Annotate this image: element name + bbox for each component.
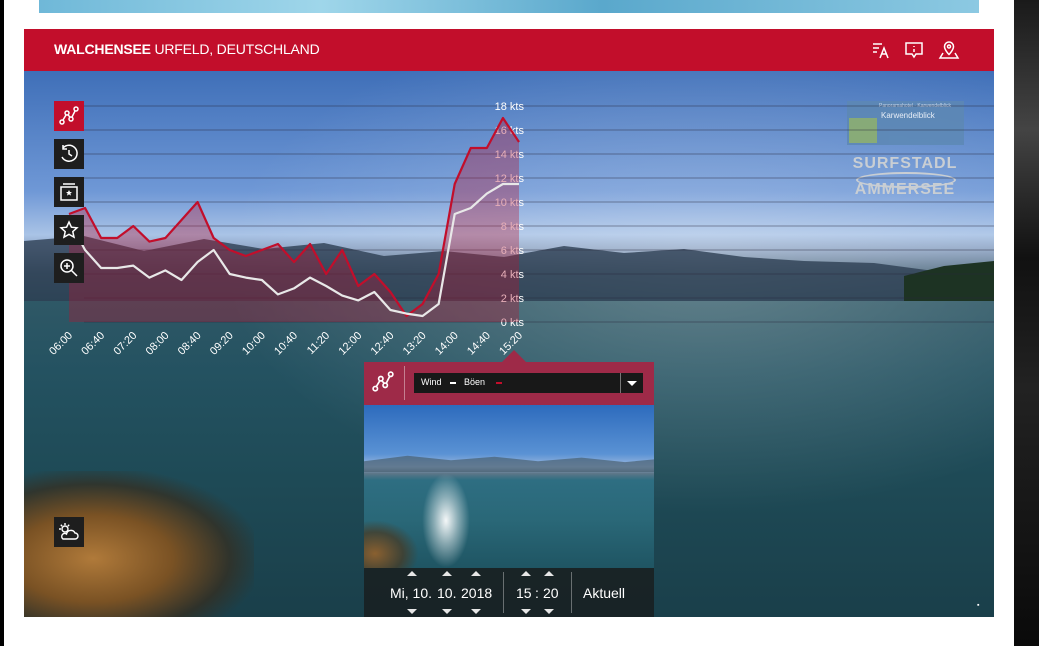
chart-toggle-button[interactable] bbox=[54, 101, 84, 131]
chart-x-tick-label: 12:00 bbox=[336, 330, 364, 358]
thumbnail-tree bbox=[364, 520, 419, 568]
panel-chart-button[interactable] bbox=[372, 371, 394, 398]
location-title-bold: WALCHENSEE bbox=[54, 41, 151, 57]
page-right-photo-strip bbox=[1014, 0, 1039, 646]
panel-pointer bbox=[502, 350, 526, 362]
thumbnail-hills bbox=[364, 455, 654, 472]
panel-divider bbox=[404, 366, 405, 400]
map-location-icon[interactable] bbox=[938, 40, 960, 60]
chart-x-tick-label: 06:00 bbox=[47, 330, 75, 358]
chart-x-tick-label: 10:40 bbox=[272, 330, 300, 358]
chart-x-tick-label: 07:20 bbox=[111, 330, 139, 358]
chart-x-tick-label: 08:00 bbox=[144, 330, 172, 358]
month-down-button[interactable] bbox=[442, 609, 452, 614]
year-up-button[interactable] bbox=[471, 571, 481, 576]
time-hour: 15 bbox=[516, 585, 532, 601]
series-gusts-swatch bbox=[496, 382, 502, 384]
day-up-button[interactable] bbox=[407, 571, 417, 576]
time-separator: : bbox=[535, 585, 539, 601]
chart-x-tick-label: 08:40 bbox=[176, 330, 204, 358]
series-wind-swatch bbox=[450, 382, 456, 384]
series-gusts-label: Böen bbox=[464, 377, 486, 387]
panel-toolbar: Wind Böen bbox=[364, 362, 654, 405]
date-year: 2018 bbox=[461, 585, 493, 601]
chart-x-tick-label: 12:40 bbox=[369, 330, 397, 358]
hour-down-button[interactable] bbox=[521, 609, 531, 614]
minute-down-button[interactable] bbox=[544, 609, 554, 614]
location-title-rest: URFELD, DEUTSCHLAND bbox=[150, 41, 320, 57]
gallery-button[interactable] bbox=[54, 177, 84, 207]
star-icon bbox=[59, 220, 79, 239]
chart-x-tick-label: 10:00 bbox=[240, 330, 268, 358]
info-icon[interactable] bbox=[904, 40, 924, 60]
line-chart-icon bbox=[372, 371, 394, 392]
widget-header: WALCHENSEE URFELD, DEUTSCHLAND bbox=[24, 29, 994, 71]
chart-x-tick-label: 11:20 bbox=[305, 330, 332, 357]
chart-x-tick-label: 13:20 bbox=[401, 330, 429, 358]
datetime-separator bbox=[571, 572, 572, 613]
timeline-panel: Wind Böen Mi, 10. 10. 2018 15: 20 Aktue… bbox=[364, 350, 654, 617]
zoom-button[interactable] bbox=[54, 253, 84, 283]
year-down-button[interactable] bbox=[471, 609, 481, 614]
top-banner-image bbox=[39, 0, 979, 13]
minute-up-button[interactable] bbox=[544, 571, 554, 576]
chart-gust-area bbox=[69, 118, 519, 322]
month-up-button[interactable] bbox=[442, 571, 452, 576]
chevron-down-icon bbox=[627, 381, 637, 386]
weather-button[interactable] bbox=[54, 517, 84, 547]
corner-marker: ▪ bbox=[977, 602, 980, 609]
webcam-thumbnail[interactable] bbox=[364, 405, 654, 568]
series-select-toggle[interactable] bbox=[620, 373, 643, 393]
datetime-separator bbox=[503, 572, 504, 613]
wind-direction-icon[interactable] bbox=[870, 40, 890, 60]
datetime-bar: Mi, 10. 10. 2018 15 : 20 Aktuell bbox=[364, 568, 654, 617]
gallery-icon bbox=[60, 183, 78, 201]
current-button[interactable]: Aktuell bbox=[583, 585, 625, 601]
chart-y-tick-label: 18 kts bbox=[495, 101, 525, 113]
hour-up-button[interactable] bbox=[521, 571, 531, 576]
chart-x-tick-label: 09:20 bbox=[208, 330, 236, 358]
chart-x-tick-label: 14:00 bbox=[433, 330, 461, 358]
date-month: 10. bbox=[437, 585, 457, 601]
chart-x-tick-label: 14:40 bbox=[465, 330, 493, 358]
chart-x-tick-label: 06:40 bbox=[79, 330, 107, 358]
zoom-icon bbox=[60, 259, 78, 277]
favorite-button[interactable] bbox=[54, 215, 84, 245]
series-select[interactable]: Wind Böen bbox=[414, 373, 643, 393]
weather-icon bbox=[59, 523, 79, 540]
webcam-widget: WALCHENSEE URFELD, DEUTSCHLAND Panoramah… bbox=[24, 29, 994, 617]
time-minute: 20 bbox=[543, 585, 559, 601]
series-wind-label: Wind bbox=[421, 377, 442, 387]
day-down-button[interactable] bbox=[407, 609, 417, 614]
line-chart-icon bbox=[59, 106, 79, 125]
history-button[interactable] bbox=[54, 139, 84, 169]
page-left-border bbox=[0, 0, 4, 646]
wind-chart: 0 kts2 kts4 kts6 kts8 kts10 kts12 kts14 … bbox=[47, 101, 994, 358]
thumbnail-sun-reflection bbox=[422, 473, 470, 568]
history-icon bbox=[61, 144, 78, 162]
location-title: WALCHENSEE URFELD, DEUTSCHLAND bbox=[54, 41, 320, 57]
date-day: Mi, 10. bbox=[390, 585, 433, 601]
